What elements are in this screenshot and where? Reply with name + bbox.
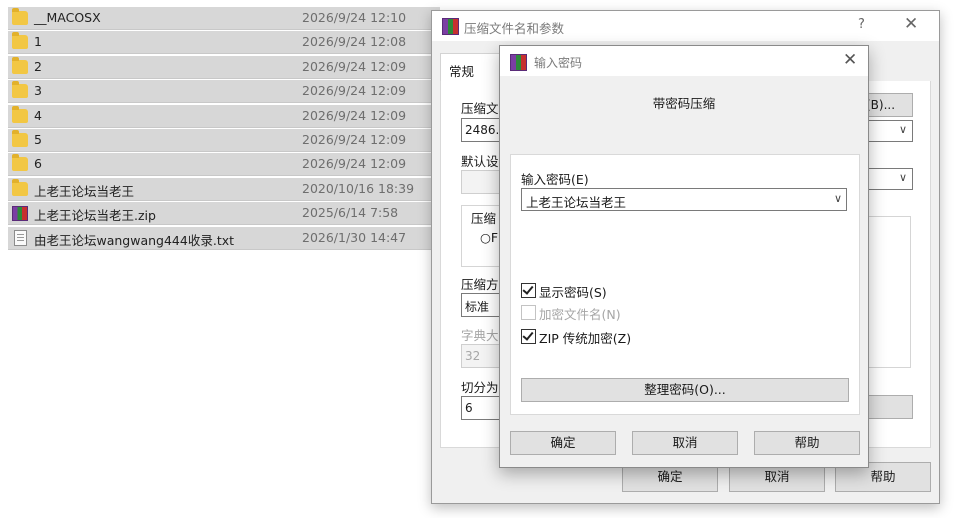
file-date: 2026/9/24 12:08	[302, 34, 407, 50]
folder-icon	[12, 8, 28, 25]
text-file-icon	[14, 229, 27, 246]
file-row-3[interactable]: 3 2026/9/24 12:09	[8, 80, 440, 104]
file-name: 4	[34, 107, 42, 123]
file-name: 上老王论坛当老王	[34, 183, 135, 199]
checkbox-label: 加密文件名(N)	[539, 307, 621, 322]
folder-icon	[12, 105, 28, 123]
checkbox-label: ZIP 传统加密(Z)	[539, 331, 632, 346]
password-value: 上老王论坛当老王	[526, 195, 627, 210]
chevron-down-icon: ∨	[898, 171, 907, 184]
split-volumes-label: 切分为	[461, 380, 499, 395]
password-label: 输入密码(E)	[521, 172, 589, 187]
file-name: 1	[34, 34, 42, 50]
file-row-macosx[interactable]: __MACOSX 2026/9/24 12:10	[8, 7, 440, 30]
close-icon[interactable]: ✕	[904, 14, 918, 34]
folder-icon	[12, 154, 28, 172]
archive-format-label: 压缩	[471, 211, 497, 226]
file-row-4[interactable]: 4 2026/9/24 12:09	[8, 104, 440, 128]
password-input[interactable]: 上老王论坛当老王 ∨	[521, 188, 847, 211]
file-name: 6	[34, 156, 42, 172]
tab-label: 常规	[449, 64, 475, 79]
file-list: __MACOSX 2026/9/24 12:10 1 2026/9/24 12:…	[8, 7, 440, 251]
dictionary-size-label: 字典大	[461, 328, 499, 343]
archive-name-label: 压缩文	[461, 101, 499, 116]
checkbox-unchecked-icon[interactable]	[521, 305, 536, 320]
format-radio[interactable]: ○F	[480, 230, 498, 245]
tab-general[interactable]: 常规	[440, 53, 500, 82]
checkbox-label: 显示密码(S)	[539, 285, 607, 300]
file-row-2[interactable]: 2 2026/9/24 12:09	[8, 55, 440, 79]
file-date: 2026/9/24 12:09	[302, 107, 407, 123]
dialog-title: 输入密码	[534, 56, 583, 70]
file-row-5[interactable]: 5 2026/9/24 12:09	[8, 128, 440, 152]
file-row-txt[interactable]: 由老王论坛wangwang444收录.txt 2026/1/30 14:47	[8, 226, 440, 250]
file-date: 2026/9/24 12:09	[302, 83, 407, 99]
file-name: 由老王论坛wangwang444收录.txt	[34, 232, 235, 248]
chevron-down-icon: ∨	[898, 123, 907, 136]
winrar-archive-icon	[12, 206, 28, 222]
file-date: 2026/9/24 12:09	[302, 58, 407, 74]
file-name: 5	[34, 131, 42, 147]
password-panel: 输入密码(E) 上老王论坛当老王 ∨ 显示密码(S) 加密文件名(N) ZIP …	[510, 154, 860, 415]
folder-icon	[12, 32, 28, 50]
enter-password-dialog: 输入密码 ✕ 带密码压缩 输入密码(E) 上老王论坛当老王 ∨ 显示密码(S) …	[499, 45, 869, 468]
file-name: 2	[34, 58, 42, 74]
default-profile-label: 默认设	[461, 154, 499, 169]
winrar-app-icon	[510, 54, 527, 71]
winrar-app-icon	[442, 18, 459, 35]
file-row-6[interactable]: 6 2026/9/24 12:09	[8, 153, 440, 177]
chevron-down-icon[interactable]: ∨	[834, 192, 842, 205]
file-date: 2026/9/24 12:09	[302, 131, 407, 147]
organize-passwords-button[interactable]: 整理密码(O)...	[521, 378, 849, 402]
compression-method-label: 压缩方	[461, 277, 499, 292]
dialog-titlebar: 压缩文件名和参数 ? ✕	[432, 11, 939, 41]
file-row-zip[interactable]: 上老王论坛当老王.zip 2025/6/14 7:58	[8, 202, 440, 226]
file-date: 2020/10/16 18:39	[302, 180, 415, 196]
file-row-folder-laowang[interactable]: 上老王论坛当老王 2020/10/16 18:39	[8, 177, 440, 201]
file-date: 2025/6/14 7:58	[302, 205, 399, 221]
dialog-titlebar: 输入密码 ✕	[500, 46, 868, 76]
help-button[interactable]: 帮助	[754, 431, 860, 455]
folder-icon	[12, 56, 28, 74]
folder-icon	[12, 129, 28, 147]
file-date: 2026/1/30 14:47	[302, 229, 407, 245]
help-icon[interactable]: ?	[858, 17, 865, 32]
file-date: 2026/9/24 12:09	[302, 156, 407, 172]
checkbox-checked-icon[interactable]	[521, 283, 536, 298]
file-name: 3	[34, 83, 42, 99]
file-date: 2026/9/24 12:10	[302, 10, 407, 25]
folder-icon	[12, 178, 28, 196]
file-name: 上老王论坛当老王.zip	[34, 208, 156, 224]
cancel-button[interactable]: 取消	[632, 431, 738, 455]
close-icon[interactable]: ✕	[843, 50, 857, 70]
dialog-title: 压缩文件名和参数	[464, 21, 565, 36]
dialog-heading: 带密码压缩	[652, 96, 716, 111]
file-name: __MACOSX	[34, 10, 101, 25]
ok-button[interactable]: 确定	[510, 431, 616, 455]
file-row-1[interactable]: 1 2026/9/24 12:08	[8, 31, 440, 55]
checkbox-checked-icon[interactable]	[521, 329, 536, 344]
folder-icon	[12, 81, 28, 99]
